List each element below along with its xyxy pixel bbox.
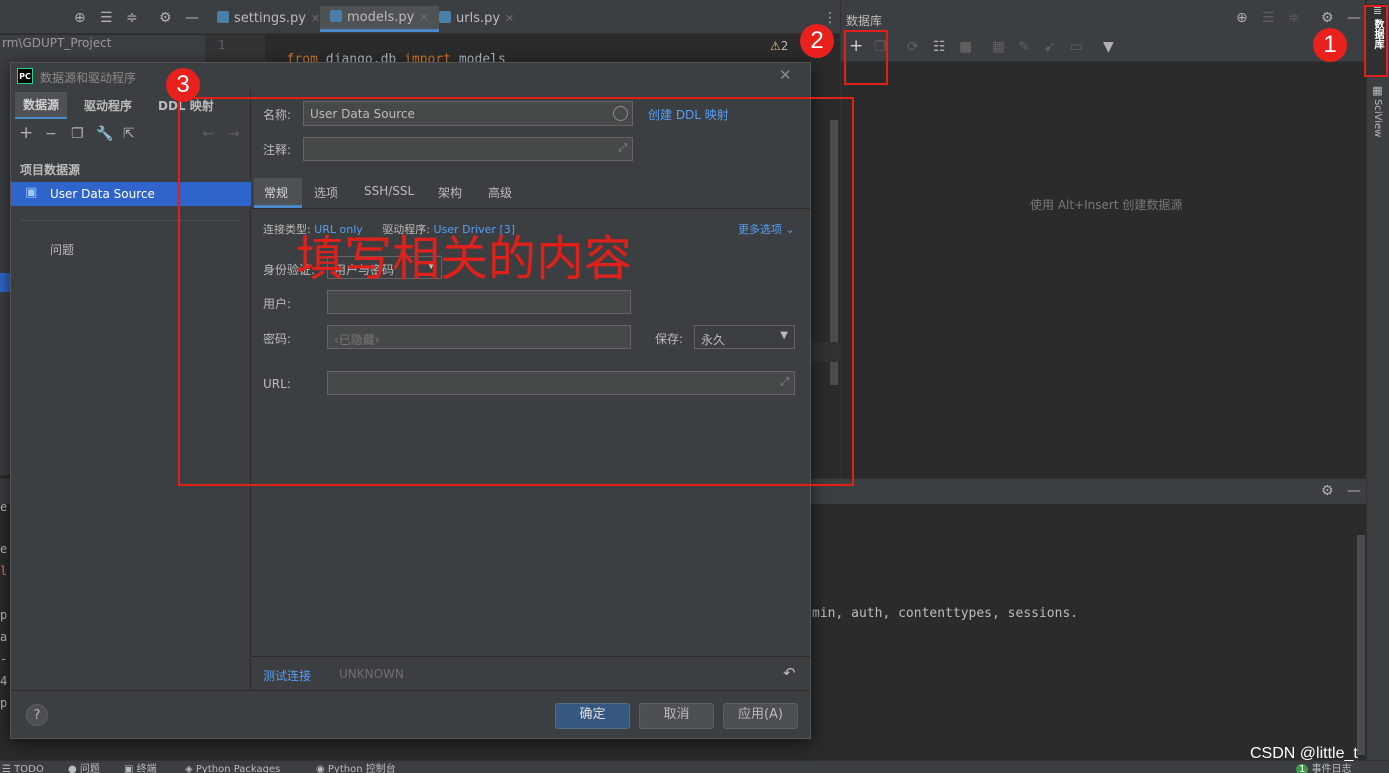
dialog-title: 数据源和驱动程序 — [40, 71, 137, 85]
ok-button[interactable]: 确定 — [555, 703, 630, 729]
tab-settings[interactable]: settings.py ✕ — [217, 6, 320, 32]
gear-icon[interactable]: ⚙ — [1321, 10, 1334, 26]
stop-icon[interactable]: ■ — [959, 39, 972, 55]
remove-icon[interactable]: − — [45, 126, 57, 142]
database-panel-header — [841, 0, 1365, 34]
watermark: CSDN @little_t — [1250, 745, 1358, 762]
dialog-close-icon[interactable]: ✕ — [779, 66, 792, 84]
expand-all-icon[interactable]: ☰ — [1262, 10, 1275, 26]
collapse-all-icon[interactable]: ≑ — [1288, 10, 1300, 26]
dialog-tab-drivers[interactable]: 驱动程序 — [84, 97, 132, 114]
line-number: 1 — [218, 38, 226, 52]
test-row-divider — [252, 656, 810, 657]
status-item-packages[interactable]: ◈ Python Packages — [185, 761, 280, 773]
sciview-tool-button[interactable]: ▦ SciView — [1367, 84, 1388, 154]
project-path[interactable]: rm\GDUPT_Project — [2, 36, 111, 50]
status-item-todo[interactable]: ☰ TODO — [2, 761, 44, 773]
annotation-box-add-button — [844, 30, 888, 85]
help-button[interactable]: ? — [26, 704, 48, 726]
annotation-box-db-tool — [1364, 5, 1388, 77]
annotation-fill-text: 填写相关的内容 — [296, 231, 633, 287]
filter-icon[interactable]: ▼ — [1103, 39, 1114, 55]
annotation-badge-3: 3 — [166, 68, 200, 102]
sidebar-item-problems[interactable]: 问题 — [50, 241, 74, 258]
revert-icon[interactable]: ↶ — [783, 664, 796, 682]
gear-icon[interactable]: ⚙ — [1321, 483, 1334, 499]
terminal-output: min, auth, contenttypes, sessions. — [812, 606, 1079, 621]
python-file-icon — [330, 10, 342, 22]
collapse-all-icon[interactable]: ≑ — [126, 10, 138, 26]
warning-icon: ⚠ — [770, 39, 781, 53]
tab-models[interactable]: models.py ✕ — [320, 6, 439, 32]
minimize-icon[interactable]: — — [1347, 483, 1361, 499]
dialog-tab-datasources[interactable]: 数据源 — [15, 92, 68, 119]
python-file-icon — [439, 11, 451, 23]
refresh-icon[interactable]: ⟳ — [907, 39, 919, 55]
more-tabs-icon[interactable]: ⋮ — [823, 10, 837, 26]
duplicate-icon[interactable]: ❐ — [71, 126, 84, 142]
pycharm-logo-icon: PC — [17, 68, 33, 84]
status-item-console[interactable]: ◉ Python 控制台 — [316, 761, 396, 773]
sidebar-section-title: 项目数据源 — [20, 163, 81, 177]
sciview-icon: ▦ — [1372, 84, 1383, 97]
close-icon[interactable]: ✕ — [419, 11, 428, 24]
cancel-button[interactable]: 取消 — [639, 703, 714, 729]
annotation-badge-1: 1 — [1313, 28, 1347, 62]
expand-all-icon[interactable]: ☰ — [100, 10, 113, 26]
event-count-badge: 1 — [1296, 764, 1309, 773]
wrench-icon[interactable]: 🔧 — [96, 126, 113, 142]
locate-icon[interactable]: ⊕ — [1236, 10, 1248, 26]
add-icon[interactable]: + — [19, 125, 33, 142]
test-connection-link[interactable]: 测试连接 — [263, 667, 311, 684]
minimize-icon[interactable]: — — [1347, 10, 1361, 26]
console-icon[interactable]: ▭ — [1070, 39, 1083, 55]
status-item-terminal[interactable]: ▣ 终端 — [124, 761, 157, 773]
warning-indicator[interactable]: ⚠2 — [770, 39, 788, 53]
dialog-footer-divider — [11, 690, 810, 691]
datasource-icon: ▣ — [25, 185, 38, 200]
annotation-badge-2: 2 — [800, 24, 834, 58]
selection-marker — [0, 273, 10, 292]
annotation-box-form — [178, 97, 854, 486]
minimize-icon[interactable]: — — [185, 10, 199, 26]
open-external-icon[interactable]: ⇱ — [123, 126, 135, 142]
close-icon[interactable]: ✕ — [505, 12, 514, 25]
table-icon[interactable]: ▦ — [992, 39, 1005, 55]
close-icon[interactable]: ✕ — [311, 12, 320, 25]
database-panel-title: 数据库 — [846, 14, 883, 28]
locate-icon[interactable]: ⊕ — [74, 10, 86, 26]
database-panel — [840, 0, 1365, 478]
database-empty-hint: 使用 Alt+Insert 创建数据源 — [1030, 198, 1183, 212]
gear-icon[interactable]: ⚙ — [159, 10, 172, 26]
status-bar: ☰ TODO ● 问题 ▣ 终端 ◈ Python Packages ◉ Pyt… — [0, 760, 1389, 773]
python-file-icon — [217, 11, 229, 23]
properties-icon[interactable]: ☷ — [933, 39, 946, 55]
edit-icon[interactable]: ✎ — [1018, 39, 1030, 55]
apply-button[interactable]: 应用(A) — [723, 703, 798, 729]
terminal-left-text: e e l p a - 4 p — [0, 500, 8, 710]
jump-icon[interactable]: ➹ — [1044, 39, 1056, 55]
connection-status: UNKNOWN — [339, 667, 404, 681]
tab-urls[interactable]: urls.py ✕ — [439, 6, 514, 32]
status-item-problems[interactable]: ● 问题 — [68, 761, 100, 773]
terminal-scrollbar[interactable] — [1357, 535, 1365, 755]
